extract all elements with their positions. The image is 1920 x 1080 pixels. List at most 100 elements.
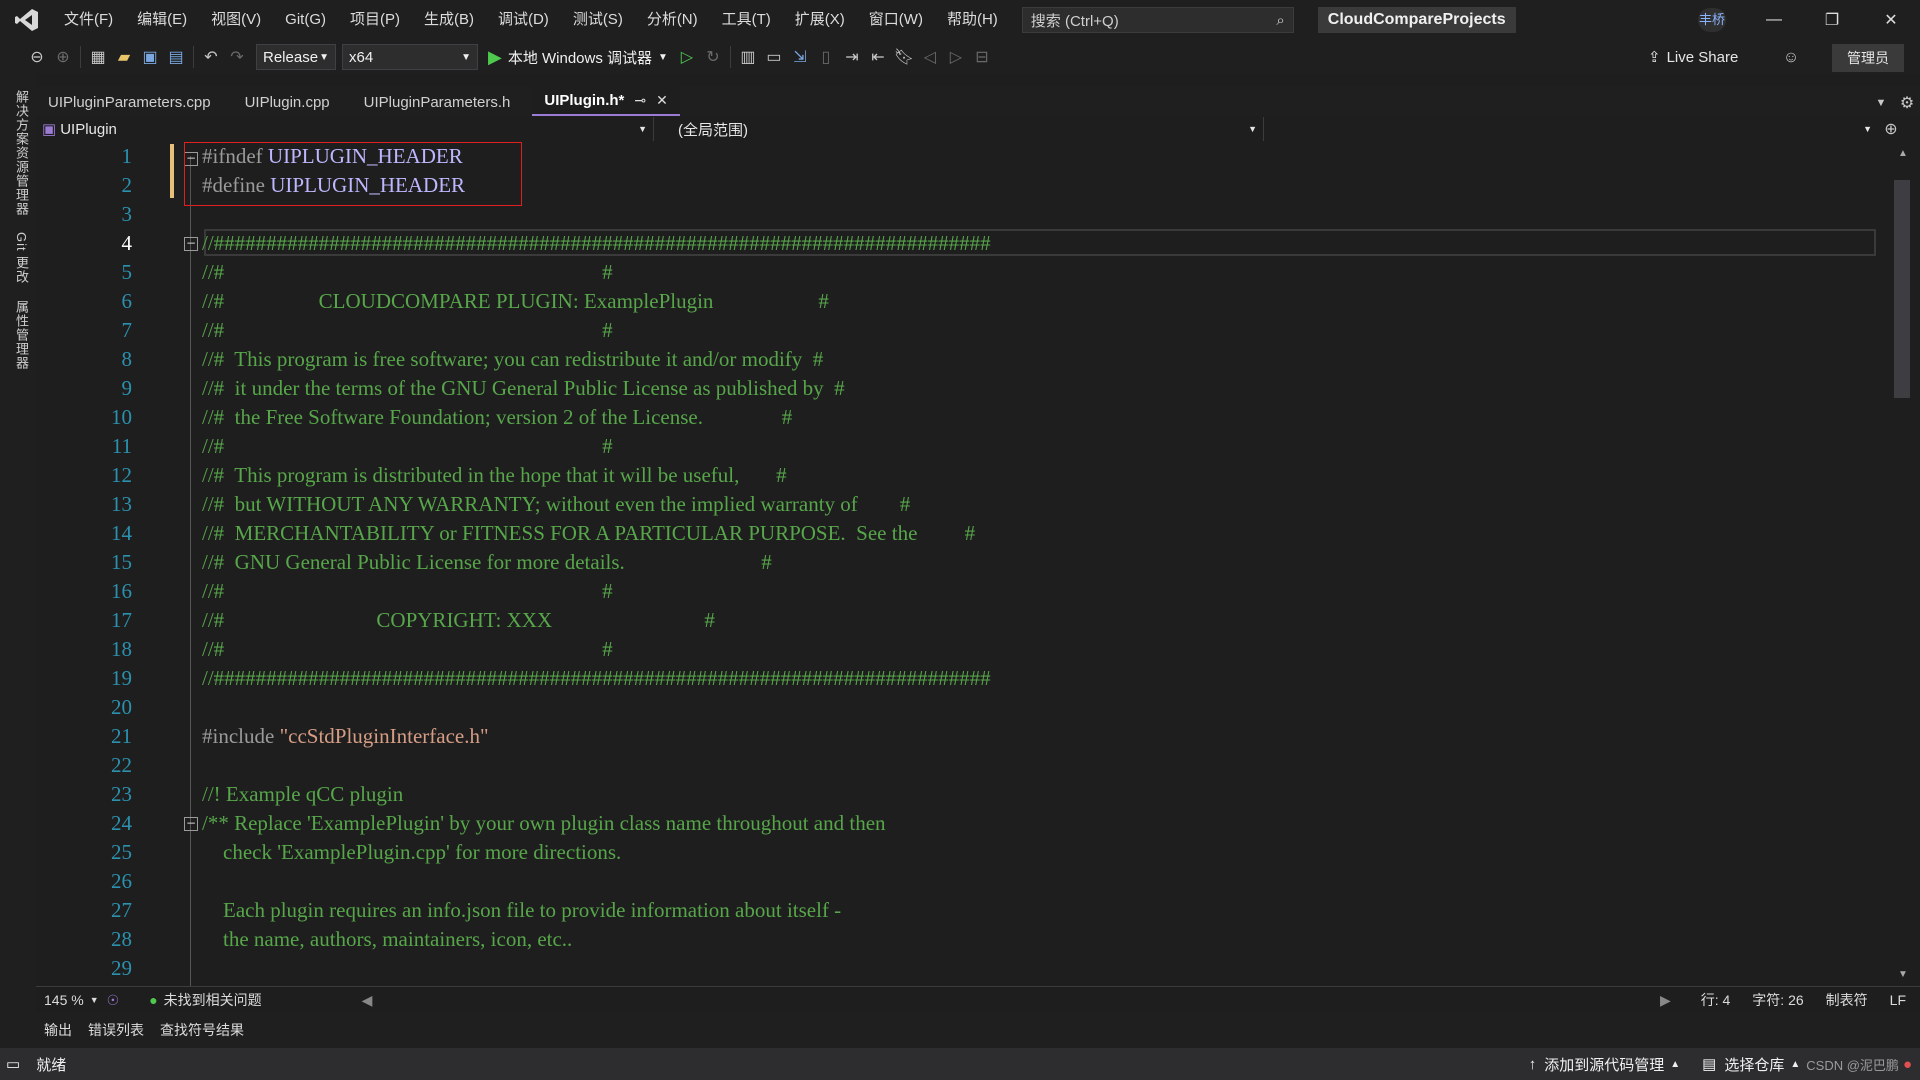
undo-icon[interactable]: ↶: [198, 44, 224, 70]
menu-file[interactable]: 文件(F): [52, 0, 125, 40]
code-line[interactable]: 12 //# This program is distributed in the…: [36, 461, 1892, 490]
code-line[interactable]: 27 Each plugin requires an info.json fil…: [36, 896, 1892, 925]
issues-status[interactable]: 未找到相关问题: [164, 990, 262, 1010]
notification-bell-icon[interactable]: ●: [1903, 1056, 1912, 1073]
step-into-icon[interactable]: ⇲: [787, 44, 813, 70]
menu-view[interactable]: 视图(V): [199, 0, 273, 40]
menu-debug[interactable]: 调试(D): [486, 0, 561, 40]
solution-explorer-icon[interactable]: ▥: [735, 44, 761, 70]
scope-dropdown[interactable]: (全局范围) ▼: [654, 117, 1264, 141]
code-line[interactable]: 22: [36, 751, 1892, 780]
gear-icon[interactable]: ⚙: [1894, 90, 1920, 116]
code-line[interactable]: 16 //# #: [36, 577, 1892, 606]
menu-analyze[interactable]: 分析(N): [635, 0, 710, 40]
code-line[interactable]: 10 //# the Free Software Foundation; vers…: [36, 403, 1892, 432]
code-editor[interactable]: − − − 1 #ifndef UIPLUGIN_HEADER 2 #define …: [36, 142, 1892, 986]
tab-error-list[interactable]: 错误列表: [80, 1020, 152, 1040]
feedback-icon[interactable]: ☺: [1778, 45, 1804, 71]
menu-tools[interactable]: 工具(T): [710, 0, 783, 40]
code-line[interactable]: 14 //# MERCHANTABILITY or FITNESS FOR A P…: [36, 519, 1892, 548]
code-line[interactable]: 24 /** Replace 'ExamplePlugin' by your ow…: [36, 809, 1892, 838]
code-line[interactable]: 23 //! Example qCC plugin: [36, 780, 1892, 809]
select-repository-button[interactable]: 选择仓库: [1724, 1054, 1784, 1075]
menu-build[interactable]: 生成(B): [412, 0, 486, 40]
code-line[interactable]: 13 //# but WITHOUT ANY WARRANTY; without …: [36, 490, 1892, 519]
platform-select[interactable]: x64 ▼: [342, 44, 478, 70]
indent-icon[interactable]: ⇥: [839, 44, 865, 70]
tab-find-symbol-results[interactable]: 查找符号结果: [152, 1020, 252, 1040]
add-to-source-control-button[interactable]: 添加到源代码管理: [1544, 1054, 1664, 1075]
window-layout-icon[interactable]: ▭: [761, 44, 787, 70]
code-line[interactable]: 28 the name, authors, maintainers, icon,…: [36, 925, 1892, 954]
new-project-icon[interactable]: ▦: [85, 44, 111, 70]
minimize-icon[interactable]: —: [1745, 0, 1803, 40]
save-icon[interactable]: ▣: [137, 44, 163, 70]
property-manager-tab[interactable]: 属性管理器: [12, 300, 31, 370]
code-line[interactable]: 26: [36, 867, 1892, 896]
save-all-icon[interactable]: ▤: [163, 44, 189, 70]
code-line[interactable]: 9 //# it under the terms of the GNU Gener…: [36, 374, 1892, 403]
clear-bookmarks-icon[interactable]: ⊟: [969, 44, 995, 70]
menu-project[interactable]: 项目(P): [338, 0, 412, 40]
code-line[interactable]: 29: [36, 954, 1892, 983]
open-folder-icon[interactable]: ▰: [111, 44, 137, 70]
member-dropdown[interactable]: ▼: [1264, 117, 1878, 141]
close-window-icon[interactable]: ✕: [1862, 0, 1920, 40]
code-line[interactable]: 6 //# CLOUDCOMPARE PLUGIN: ExamplePlugin …: [36, 287, 1892, 316]
scroll-up-icon[interactable]: ▲: [1898, 148, 1908, 159]
scroll-right-icon[interactable]: ▶: [1660, 992, 1671, 1009]
menu-edit[interactable]: 编辑(E): [125, 0, 199, 40]
next-bookmark-icon[interactable]: ▷: [943, 44, 969, 70]
indent-mode[interactable]: 制表符: [1826, 990, 1868, 1010]
back-icon[interactable]: ⊖: [24, 44, 50, 70]
outdent-icon[interactable]: ⇤: [865, 44, 891, 70]
code-line[interactable]: 4 //#####################################…: [36, 229, 1892, 258]
close-icon[interactable]: ✕: [656, 92, 668, 109]
live-share-button[interactable]: ⇪ Live Share: [1648, 44, 1738, 70]
code-line[interactable]: 11 //# #: [36, 432, 1892, 461]
tab-uipluginparameters-h[interactable]: UIPluginParameters.h: [352, 88, 523, 116]
menu-extensions[interactable]: 扩展(X): [783, 0, 857, 40]
line-ending[interactable]: LF: [1890, 992, 1906, 1008]
code-line[interactable]: 7 //# #: [36, 316, 1892, 345]
restore-icon[interactable]: ❐: [1803, 0, 1861, 40]
code-line[interactable]: 25 check 'ExamplePlugin.cpp' for more di…: [36, 838, 1892, 867]
tab-uiplugin-cpp[interactable]: UIPlugin.cpp: [233, 88, 342, 116]
search-box[interactable]: 搜索 (Ctrl+Q) ⌕: [1021, 7, 1294, 33]
code-line[interactable]: 19 //####################################…: [36, 664, 1892, 693]
forward-icon[interactable]: ⊕: [50, 44, 76, 70]
configuration-select[interactable]: Release ▼: [256, 44, 336, 70]
solution-explorer-tab[interactable]: 解决方案资源管理器: [12, 90, 31, 216]
cursor-line[interactable]: 行: 4: [1701, 990, 1731, 1010]
breakpoints-icon[interactable]: ▯: [813, 44, 839, 70]
code-line[interactable]: 8 //# This program is free software; you …: [36, 345, 1892, 374]
code-line[interactable]: 5 //# #: [36, 258, 1892, 287]
hot-reload-icon[interactable]: ↻: [700, 44, 726, 70]
pin-icon[interactable]: ⊸: [634, 92, 646, 109]
tab-overflow-icon[interactable]: ▼: [1868, 90, 1894, 116]
zoom-level[interactable]: 145 %: [44, 992, 84, 1008]
project-dropdown[interactable]: ▣ UIPlugin ▼: [36, 117, 654, 141]
menu-test[interactable]: 测试(S): [561, 0, 635, 40]
menu-window[interactable]: 窗口(W): [857, 0, 935, 40]
code-line[interactable]: 15 //# GNU General Public License for mor…: [36, 548, 1892, 577]
cursor-char[interactable]: 字符: 26: [1752, 990, 1803, 1010]
bookmark-icon[interactable]: 🔖︎: [891, 44, 917, 70]
prev-bookmark-icon[interactable]: ◁: [917, 44, 943, 70]
scroll-left-icon[interactable]: ◀: [362, 992, 373, 1009]
tab-uiplugin-h[interactable]: UIPlugin.h* ⊸ ✕: [532, 86, 680, 116]
tab-uipluginparameters-cpp[interactable]: UIPluginParameters.cpp: [36, 88, 223, 116]
intellicode-icon[interactable]: ☉: [107, 992, 120, 1009]
code-line[interactable]: 21 #include "ccStdPluginInterface.h": [36, 722, 1892, 751]
menu-git[interactable]: Git(G): [273, 0, 338, 40]
notification-icon[interactable]: ▭: [6, 1055, 20, 1073]
visual-studio-logo-icon[interactable]: [10, 3, 44, 37]
code-line[interactable]: 20: [36, 693, 1892, 722]
tab-output[interactable]: 输出: [36, 1020, 80, 1040]
start-debugging-button[interactable]: ▶ 本地 Windows 调试器 ▼: [488, 47, 668, 68]
code-line[interactable]: 18 //# #: [36, 635, 1892, 664]
git-changes-tab[interactable]: Git 更改: [12, 232, 31, 284]
scroll-down-icon[interactable]: ▼: [1898, 969, 1908, 980]
chevron-down-icon[interactable]: ▼: [90, 995, 99, 1005]
scroll-thumb[interactable]: [1894, 180, 1910, 398]
